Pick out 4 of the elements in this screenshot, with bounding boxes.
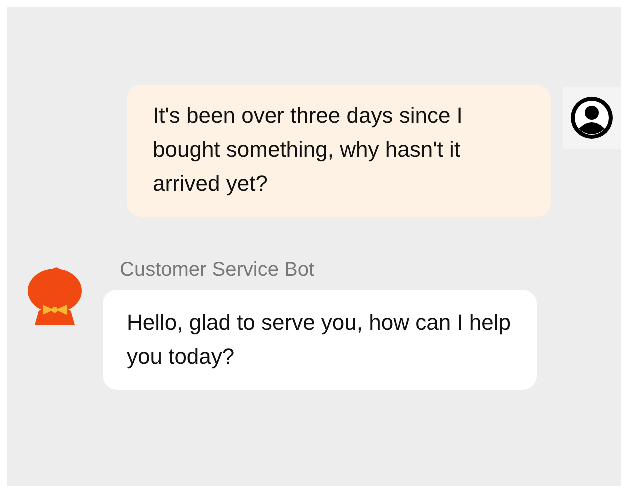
user-avatar-icon (570, 96, 614, 140)
message-bubble: It's been over three days since I bought something, why hasn't it arrived yet? (127, 85, 551, 217)
sender-name: Customer Service Bot (119, 259, 316, 282)
message-bubble: Hello, glad to serve you, how can I help you today? (103, 290, 537, 390)
